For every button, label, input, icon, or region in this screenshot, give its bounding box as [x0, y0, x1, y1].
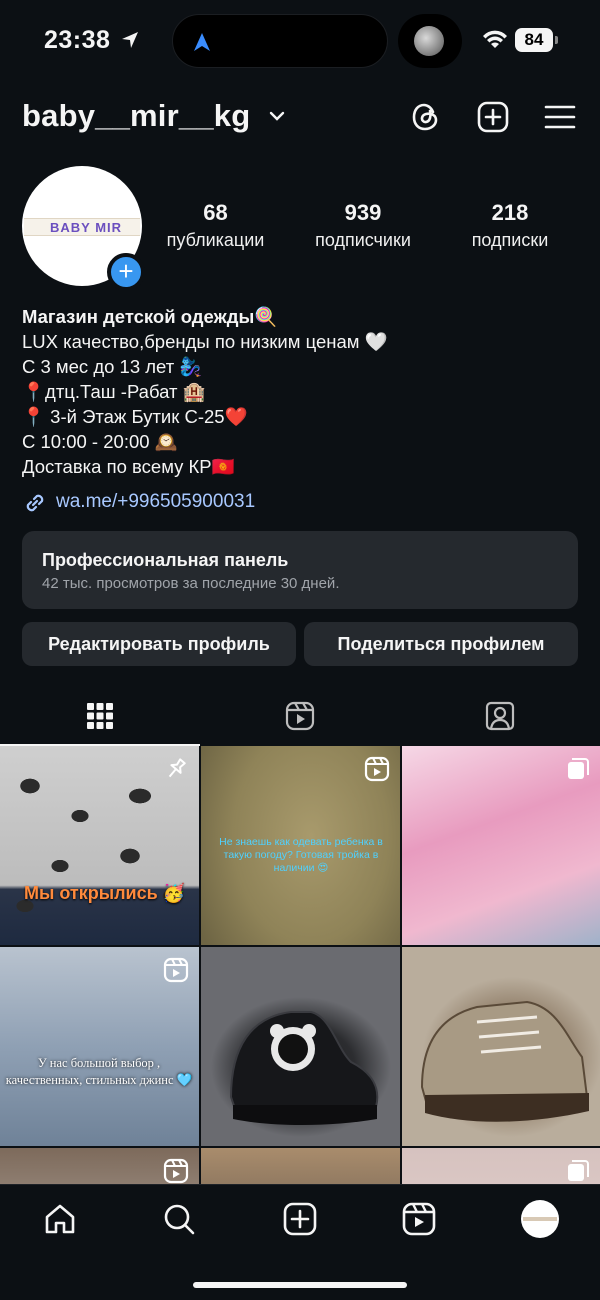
- profile-avatar[interactable]: [521, 1200, 559, 1238]
- profile-tabs: [0, 690, 600, 746]
- status-time: 23:38: [44, 26, 111, 54]
- threads-icon[interactable]: [409, 100, 443, 134]
- post-thumbnail[interactable]: У нас большой выбор , качественных, стил…: [0, 947, 199, 1146]
- panel-subtitle: 42 тыс. просмотров за последние 30 дней.: [42, 575, 340, 592]
- reels-icon: [364, 756, 390, 782]
- bio-line: 📍дтц.Таш -Рабат 🏨: [22, 381, 206, 402]
- bio-line: С 3 мес до 13 лет 🧞‍♀️: [22, 356, 203, 377]
- pin-icon: [168, 758, 186, 778]
- share-profile-button[interactable]: Поделиться профилем: [304, 622, 578, 666]
- stat-label: публикации: [166, 230, 265, 250]
- post-thumbnail[interactable]: Не знаешь как одевать ребенка в такую по…: [201, 746, 400, 945]
- edit-profile-button[interactable]: Редактировать профиль: [22, 622, 296, 666]
- stat-following[interactable]: 218 подписки: [460, 200, 560, 251]
- reels-icon: [163, 957, 189, 983]
- add-story-button[interactable]: +: [107, 253, 145, 291]
- bio-line: 📍 3-й Этаж Бутик С-25❤️: [22, 406, 248, 427]
- username[interactable]: baby__mir__kg: [22, 98, 250, 134]
- home-indicator: [193, 1282, 407, 1288]
- battery-icon: 84: [515, 28, 558, 52]
- create-icon[interactable]: [282, 1201, 318, 1237]
- profile-header: baby__mir__kg: [0, 96, 600, 144]
- reels-icon: [285, 701, 315, 731]
- tab-grid[interactable]: [0, 690, 200, 746]
- island-thumbnail: [414, 26, 444, 56]
- post-thumbnail[interactable]: [201, 1148, 400, 1184]
- stat-label: подписки: [471, 230, 549, 250]
- post-caption: Мы открылись 🥳: [24, 883, 186, 903]
- bio-name: Магазин детской одежды🍭: [22, 306, 278, 327]
- stat-followers[interactable]: 939 подписчики: [303, 200, 423, 251]
- panel-title: Профессиональная панель: [42, 550, 289, 570]
- boots-image: [229, 1011, 379, 1125]
- island-bubble[interactable]: [398, 14, 462, 68]
- tab-tagged[interactable]: [400, 690, 600, 746]
- wifi-icon: [483, 30, 507, 48]
- stat-value: 218: [491, 200, 529, 225]
- menu-icon[interactable]: [543, 100, 577, 134]
- bio-link-text[interactable]: wa.me/+996505900031: [56, 491, 255, 513]
- chevron-down-icon[interactable]: [267, 110, 287, 124]
- avatar-logo-text: BABY MIR: [50, 220, 123, 235]
- post-thumbnail[interactable]: [402, 947, 600, 1146]
- post-thumbnail[interactable]: [402, 1148, 600, 1184]
- posts-grid: Мы открылись 🥳 Не знаешь как одевать реб…: [0, 746, 600, 1184]
- post-caption: У нас большой выбор , качественных, стил…: [5, 1056, 193, 1087]
- dynamic-island[interactable]: [172, 14, 388, 68]
- reels-icon: [163, 1158, 189, 1184]
- post-caption: Не знаешь как одевать ребенка в такую по…: [219, 836, 383, 874]
- location-arrow-icon: [122, 32, 138, 48]
- reels-icon[interactable]: [401, 1201, 437, 1237]
- bio-line: С 10:00 - 20:00 🕰️: [22, 431, 178, 452]
- post-thumbnail[interactable]: [402, 746, 600, 945]
- professional-dashboard[interactable]: Профессиональная панель 42 тыс. просмотр…: [22, 531, 578, 609]
- boots-image: [420, 1000, 589, 1122]
- post-thumbnail[interactable]: [0, 1148, 199, 1184]
- tab-reels[interactable]: [200, 690, 400, 746]
- link-icon: [26, 494, 44, 512]
- create-plus-icon[interactable]: [476, 100, 510, 134]
- bio-line: Доставка по всему КР🇰🇬: [22, 456, 235, 477]
- grid-icon: [87, 703, 113, 729]
- status-bar: 23:38 84: [0, 0, 600, 84]
- stat-posts[interactable]: 68 публикации: [158, 200, 273, 251]
- tagged-icon: [485, 701, 515, 731]
- home-icon[interactable]: [42, 1201, 78, 1237]
- post-thumbnail[interactable]: [201, 947, 400, 1146]
- bio-line: LUX качество,бренды по низким ценам 🤍: [22, 331, 388, 352]
- post-thumbnail[interactable]: Мы открылись 🥳: [0, 746, 199, 945]
- search-icon[interactable]: [161, 1201, 197, 1237]
- stat-value: 939: [344, 200, 382, 225]
- navigation-icon: [194, 33, 210, 51]
- stat-label: подписчики: [315, 230, 411, 250]
- stat-value: 68: [203, 200, 228, 225]
- carousel-icon: [568, 1160, 589, 1181]
- profile-bio: Магазин детской одежды🍭 LUX качество,бре…: [22, 304, 582, 479]
- carousel-icon: [568, 758, 589, 779]
- avatar-logo: BABY MIR: [24, 218, 140, 236]
